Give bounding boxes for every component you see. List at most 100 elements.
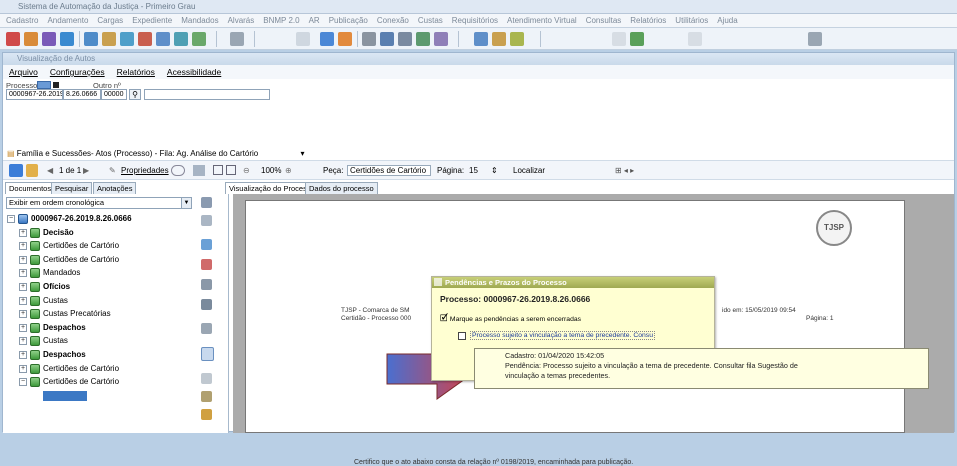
first-page-icon[interactable]: ◀ [47,166,53,175]
tab-dados-processo[interactable]: Dados do processo [305,182,378,194]
tab-anotacoes[interactable]: Anotações [93,182,137,194]
menu-utilitarios[interactable]: Utilitários [675,14,708,27]
expand-icon[interactable] [201,197,212,208]
menu-arquivo[interactable]: Arquivo [9,65,38,79]
user-add-icon[interactable] [192,32,206,46]
magnifier-icon[interactable] [156,32,170,46]
list-detail-icon[interactable] [398,32,412,46]
pen-icon[interactable]: ✎ [109,166,116,175]
doc-view-icon[interactable] [201,239,212,250]
undo-icon[interactable] [201,373,212,384]
note-icon[interactable] [201,391,212,402]
clock-icon[interactable] [612,32,626,46]
menu-mandados[interactable]: Mandados [181,14,218,27]
checklist-icon[interactable] [630,32,644,46]
menu-alvaras[interactable]: Alvarás [228,14,255,27]
processo-number-field[interactable]: 0000967-26.2019 [6,89,63,100]
peca-select[interactable]: Certidões de Cartório [347,165,431,176]
tab-documentos[interactable]: Documentos [5,182,56,194]
tree-item[interactable]: + Custas Precatórias [7,307,197,321]
tree-view-icon[interactable] [9,164,23,177]
tree-item[interactable]: + Despachos [7,348,197,362]
properties-button[interactable]: Propriedades [121,166,169,175]
zoom-icon[interactable] [193,165,205,176]
pagina-value[interactable]: 15 [469,166,478,175]
menu-relatorios-sub[interactable]: Relatórios [117,65,155,79]
calc-icon[interactable] [688,32,702,46]
outro-number-field[interactable] [144,89,270,100]
list-icon[interactable] [84,32,98,46]
chevron-down-icon[interactable]: ▼ [181,198,191,208]
print-icon[interactable] [201,323,212,334]
tree-item[interactable]: + Certidões de Cartório [7,362,197,376]
pendencia-checkbox-label[interactable]: Processo sujeito a vinculação a tema de … [470,331,655,340]
processo-dropdown-icon[interactable] [53,82,59,88]
collapse-all-icon[interactable] [201,215,212,226]
menu-relatorios[interactable]: Relatórios [630,14,666,27]
menu-expediente[interactable]: Expediente [132,14,172,27]
select-icon[interactable] [201,347,214,361]
tree-item-selected[interactable] [7,389,197,403]
pendencia-checkbox[interactable] [458,332,466,340]
flag-icon[interactable] [138,32,152,46]
people-icon[interactable] [102,32,116,46]
next-page-icon[interactable]: ▶ [83,166,89,175]
menu-atendimento[interactable]: Atendimento Virtual [507,14,577,27]
menu-ajuda[interactable]: Ajuda [717,14,737,27]
tree-item[interactable]: + Ofícios [7,280,197,294]
pagina-stepper-icon[interactable]: ⇕ [491,166,498,175]
highlight-icon[interactable] [201,409,212,420]
tree-item[interactable]: + Certidões de Cartório [7,239,197,253]
window-icon[interactable] [808,32,822,46]
sign-icon[interactable] [416,32,430,46]
pin-icon[interactable] [6,32,20,46]
tag-icon[interactable] [201,299,212,310]
zoom-out-icon[interactable]: ⊖ [243,166,250,175]
zoom-value[interactable]: 100% [261,166,281,175]
folder-open-icon[interactable] [26,164,38,177]
search-icon[interactable]: ⚲ [129,89,141,100]
collapse-icon[interactable]: − [7,215,15,223]
arrow-right-icon[interactable] [320,32,334,46]
menu-cadastro[interactable]: Cadastro [6,14,38,27]
menu-configuracoes[interactable]: Configurações [50,65,105,79]
report-add-icon[interactable] [510,32,524,46]
folder-icon[interactable] [24,32,38,46]
rotate-icon[interactable] [171,165,185,176]
person-icon[interactable] [338,32,352,46]
pdf-icon[interactable] [201,259,212,270]
tree-item[interactable]: − Certidões de Cartório [7,375,197,389]
tree-root[interactable]: − 0000967-26.2019.8.26.0666 [7,212,197,226]
copy-icon[interactable] [201,279,212,290]
printer-icon[interactable] [380,32,394,46]
processo-suffix-field[interactable]: 00000 [101,89,127,100]
report-icon[interactable] [474,32,488,46]
tree-item[interactable]: + Mandados [7,266,197,280]
menu-andamento[interactable]: Andamento [47,14,88,27]
path-dropdown-icon[interactable]: ▾ [300,149,304,158]
tree-item[interactable]: + Custas [7,294,197,308]
calendar-icon[interactable] [362,32,376,46]
menu-acessibilidade[interactable]: Acessibilidade [167,65,221,79]
report-edit-icon[interactable] [492,32,506,46]
tree-item[interactable]: + Certidões de Cartório [7,253,197,267]
menu-custas[interactable]: Custas [418,14,443,27]
user-search-icon[interactable] [174,32,188,46]
menu-bnmp[interactable]: BNMP 2.0 [263,14,299,27]
tree-item[interactable]: + Despachos [7,321,197,335]
fit-width-icon[interactable] [226,165,236,175]
tree-item[interactable]: + Custas [7,334,197,348]
zoom-in-icon[interactable]: ⊕ [285,166,292,175]
doc-icon[interactable] [60,32,74,46]
fit-page-icon[interactable] [213,165,223,175]
menu-ar[interactable]: AR [309,14,320,27]
processo-type-icon[interactable] [37,81,51,89]
menu-conexao[interactable]: Conexão [377,14,409,27]
tab-pesquisar[interactable]: Pesquisar [51,182,93,194]
order-select[interactable]: Exibir em ordem cronológica ▼ [6,197,192,209]
grid-icon[interactable] [230,32,244,46]
menu-requisitorios[interactable]: Requisitórios [452,14,498,27]
search-people-icon[interactable] [120,32,134,46]
localizar-field[interactable]: Localizar [513,166,545,175]
menu-publicacao[interactable]: Publicação [329,14,368,27]
